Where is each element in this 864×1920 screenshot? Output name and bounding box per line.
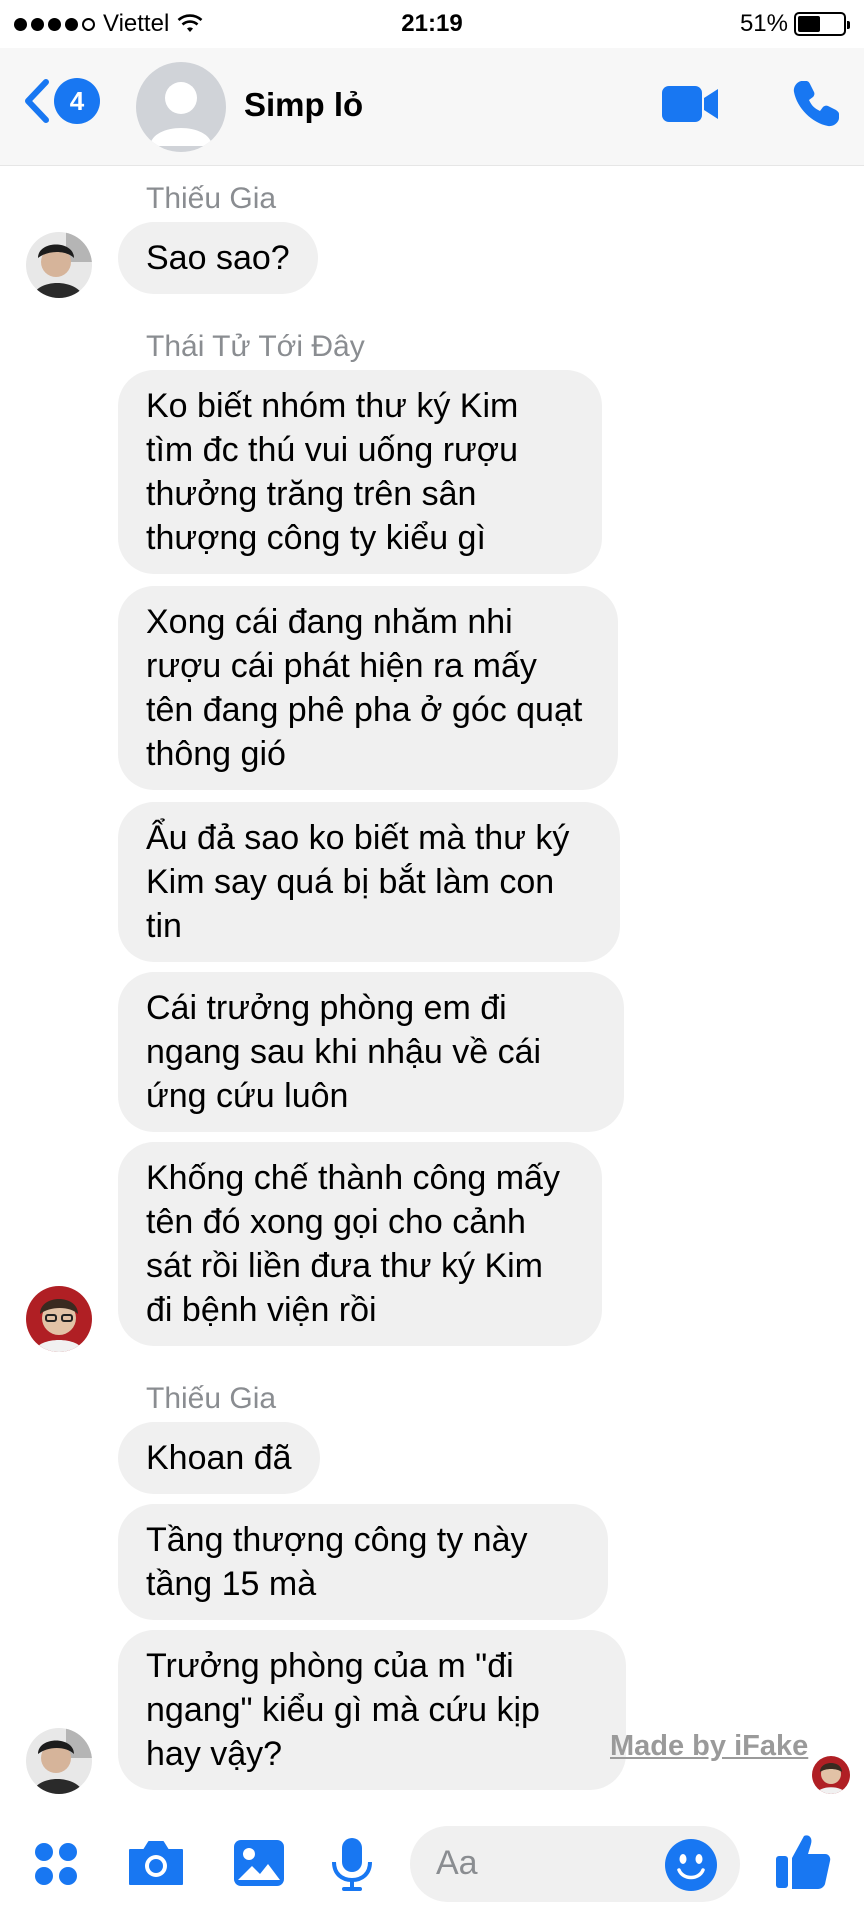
message-bubble[interactable]: Tầng thượng công ty này tầng 15 mà bbox=[118, 1504, 608, 1620]
battery-percent: 51% bbox=[739, 10, 788, 37]
like-button[interactable] bbox=[774, 1832, 832, 1897]
chat-header: 4 Simp lỏ bbox=[0, 48, 864, 166]
video-call-button[interactable] bbox=[660, 82, 720, 131]
sender-name: Thái Tử Tới Đây bbox=[146, 330, 365, 363]
voice-call-button[interactable] bbox=[790, 78, 842, 135]
image-icon bbox=[234, 1840, 284, 1886]
four-dots-icon bbox=[35, 1843, 77, 1885]
battery-group: 51% bbox=[739, 10, 850, 38]
message-bubble[interactable]: Trưởng phòng của m "đi ngang" kiểu gì mà… bbox=[118, 1630, 626, 1790]
phone-icon bbox=[793, 81, 839, 127]
chevron-left-icon bbox=[25, 79, 49, 123]
back-button[interactable]: 4 bbox=[22, 78, 100, 124]
message-bubble[interactable]: Khống chế thành công mấy tên đó xong gọi… bbox=[118, 1142, 602, 1346]
message-input[interactable]: Aa bbox=[410, 1826, 740, 1902]
message-bubble[interactable]: Ko biết nhóm thư ký Kim tìm đc thú vui u… bbox=[118, 370, 602, 574]
video-camera-icon bbox=[662, 86, 718, 122]
seen-indicator-avatar bbox=[812, 1756, 850, 1794]
message-input-placeholder: Aa bbox=[436, 1844, 478, 1882]
status-bar: Viettel 21:19 51% bbox=[0, 0, 864, 48]
smiley-icon bbox=[665, 1839, 717, 1891]
default-person-icon bbox=[150, 82, 212, 146]
message-bubble[interactable]: Ẩu đả sao ko biết mà thư ký Kim say quá … bbox=[118, 802, 620, 962]
message-bubble[interactable]: Sao sao? bbox=[118, 222, 318, 294]
battery-icon bbox=[794, 12, 850, 36]
watermark: Made by iFake bbox=[610, 1730, 809, 1762]
sender-name: Thiếu Gia bbox=[146, 1382, 277, 1415]
contact-name[interactable]: Simp lỏ bbox=[244, 86, 363, 124]
gallery-button[interactable] bbox=[232, 1838, 286, 1893]
message-bubble[interactable]: Cái trưởng phòng em đi ngang sau khi nhậ… bbox=[118, 972, 624, 1132]
contact-avatar[interactable] bbox=[136, 62, 226, 152]
message-bubble[interactable]: Xong cái đang nhăm nhi rượu cái phát hiệ… bbox=[118, 586, 618, 790]
camera-button[interactable] bbox=[126, 1838, 186, 1893]
sender-avatar[interactable] bbox=[26, 1728, 92, 1794]
clock: 21:19 bbox=[401, 10, 463, 37]
emoji-button[interactable] bbox=[664, 1838, 718, 1897]
sender-avatar[interactable] bbox=[26, 1286, 92, 1352]
menu-button[interactable] bbox=[32, 1840, 80, 1893]
sender-avatar[interactable] bbox=[26, 232, 92, 298]
camera-icon bbox=[129, 1841, 183, 1885]
thumbs-up-icon bbox=[776, 1835, 831, 1889]
unread-badge: 4 bbox=[54, 78, 100, 124]
voice-record-button[interactable] bbox=[330, 1836, 374, 1897]
sender-name: Thiếu Gia bbox=[146, 182, 277, 215]
composer-bar: Aa bbox=[0, 1806, 864, 1920]
microphone-icon bbox=[332, 1838, 372, 1891]
message-bubble[interactable]: Khoan đã bbox=[118, 1422, 320, 1494]
